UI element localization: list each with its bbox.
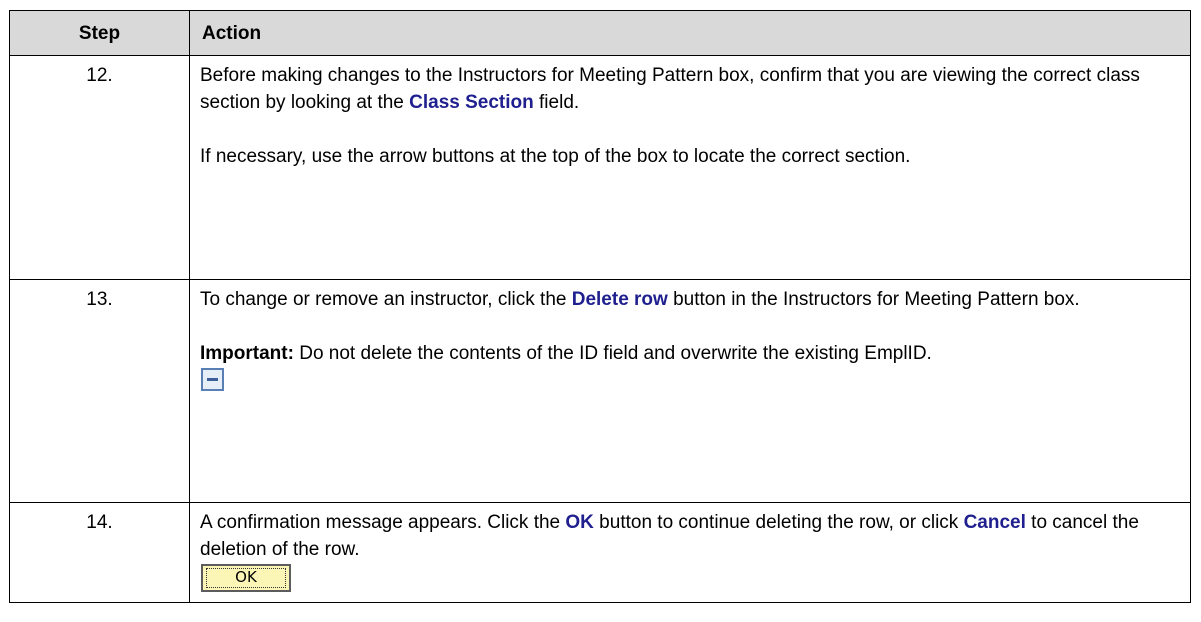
delete-row-icon[interactable] bbox=[201, 368, 224, 391]
action-paragraph: A confirmation message appears. Click th… bbox=[200, 509, 1180, 592]
ok-button[interactable]: OK bbox=[201, 564, 291, 592]
table-header-row: Step Action bbox=[9, 10, 1191, 56]
action-text: If necessary, use the arrow buttons at t… bbox=[200, 146, 911, 167]
action-column-header: Action bbox=[189, 10, 1191, 56]
important-label: Important: bbox=[200, 343, 294, 364]
action-paragraph: To change or remove an instructor, click… bbox=[200, 286, 1180, 313]
action-text: field. bbox=[533, 92, 580, 113]
action-paragraph: Before making changes to the Instructors… bbox=[200, 62, 1180, 116]
action-text: A confirmation message appears. Click th… bbox=[200, 512, 566, 533]
action-text: Before making changes to the Instructors… bbox=[200, 65, 1140, 113]
field-name-highlight: Class Section bbox=[409, 92, 534, 113]
step-number: 14. bbox=[9, 502, 190, 603]
action-cell: To change or remove an instructor, click… bbox=[189, 279, 1191, 503]
action-text: Do not delete the contents of the ID fie… bbox=[293, 343, 932, 364]
action-text: button in the Instructors for Meeting Pa… bbox=[667, 289, 1080, 310]
action-paragraph: Important: Do not delete the contents of… bbox=[200, 340, 1180, 401]
action-paragraph: If necessary, use the arrow buttons at t… bbox=[200, 143, 1180, 170]
ok-button-label: OK bbox=[235, 568, 257, 586]
action-cell: A confirmation message appears. Click th… bbox=[189, 502, 1191, 603]
button-name-highlight: Delete row bbox=[571, 289, 668, 310]
table-row: 12. Before making changes to the Instruc… bbox=[9, 55, 1191, 280]
action-text: button to continue deleting the row, or … bbox=[593, 512, 964, 533]
action-text: To change or remove an instructor, click… bbox=[200, 289, 572, 310]
button-name-highlight: OK bbox=[565, 512, 594, 533]
button-name-highlight: Cancel bbox=[963, 512, 1026, 533]
step-number: 12. bbox=[9, 55, 190, 280]
step-column-header: Step bbox=[9, 10, 190, 56]
table-row: 13. To change or remove an instructor, c… bbox=[9, 279, 1191, 503]
action-cell: Before making changes to the Instructors… bbox=[189, 55, 1191, 280]
procedure-table: Step Action 12. Before making changes to… bbox=[9, 10, 1191, 603]
table-row: 14. A confirmation message appears. Clic… bbox=[9, 502, 1191, 603]
step-number: 13. bbox=[9, 279, 190, 503]
